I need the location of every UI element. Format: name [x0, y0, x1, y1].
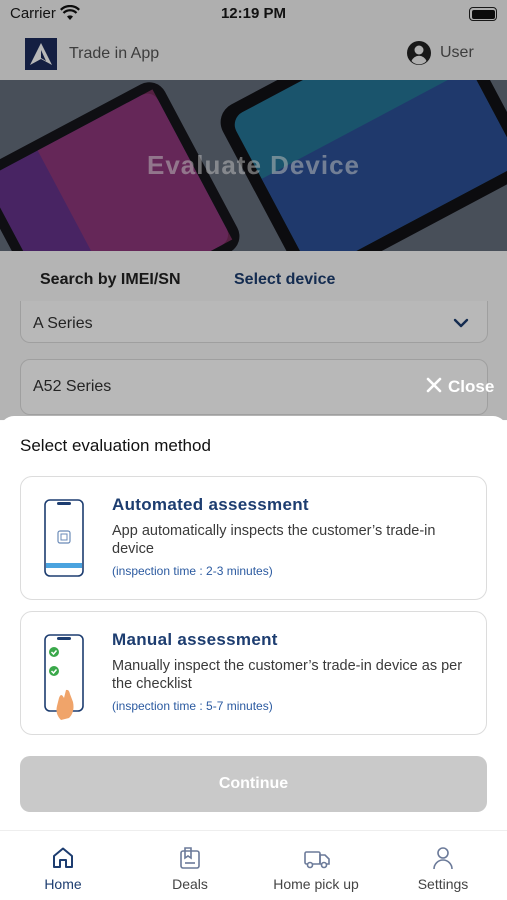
nav-item-settings[interactable]: Settings — [380, 831, 506, 900]
nav-item-deals[interactable]: Deals — [127, 831, 253, 900]
home-icon — [50, 845, 76, 871]
close-label: Close — [448, 377, 495, 396]
sheet-title: Select evaluation method — [20, 436, 211, 455]
continue-button[interactable]: Continue — [20, 756, 487, 812]
phone-scan-icon — [39, 497, 89, 587]
evaluation-method-sheet: Select evaluation method Automated asses… — [0, 416, 507, 900]
phone-checklist-icon — [39, 632, 89, 722]
nav-item-home[interactable]: Home — [0, 831, 126, 900]
nav-label-deals: Deals — [172, 876, 208, 892]
deals-icon — [177, 845, 203, 871]
truck-icon — [303, 845, 330, 871]
close-icon — [426, 377, 442, 398]
nav-label-settings: Settings — [417, 876, 469, 892]
nav-label-home-pickup: Home pick up — [273, 876, 359, 892]
nav-item-home-pickup[interactable]: Home pick up — [253, 831, 379, 900]
manual-assessment-time: (inspection time : 5-7 minutes) — [112, 699, 273, 713]
manual-assessment-description: Manually inspect the customer’s trade-in… — [112, 658, 463, 692]
automated-assessment-description: App automatically inspects the customer’… — [112, 523, 436, 557]
bottom-navigation: Home Deals Home pick up Settings — [0, 830, 507, 900]
automated-assessment-option[interactable]: Automated assessment App automatically i… — [20, 476, 487, 600]
automated-assessment-time: (inspection time : 2-3 minutes) — [112, 564, 273, 578]
modal-backdrop[interactable] — [0, 0, 507, 420]
manual-assessment-option[interactable]: Manual assessment Manually inspect the c… — [20, 611, 487, 735]
person-icon — [430, 845, 456, 871]
manual-assessment-title: Manual assessment — [112, 630, 278, 649]
automated-assessment-title: Automated assessment — [112, 495, 309, 514]
nav-label-home: Home — [44, 876, 82, 892]
close-button[interactable]: Close — [426, 376, 494, 398]
